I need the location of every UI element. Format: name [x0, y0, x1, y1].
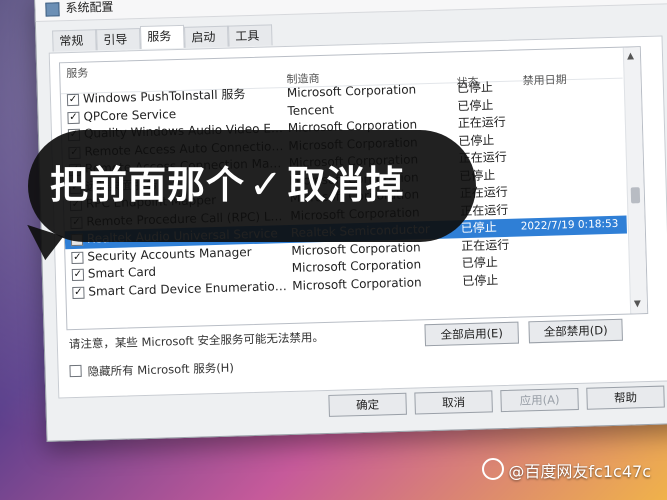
service-status: 已停止: [458, 132, 495, 148]
tab-general[interactable]: 常规: [52, 29, 97, 52]
service-manufacturer: Microsoft Corporation: [292, 274, 422, 293]
baidu-paw-icon: [482, 458, 505, 480]
service-status: 正在运行: [461, 237, 510, 253]
hide-ms-checkbox[interactable]: [69, 364, 82, 378]
apply-button[interactable]: 应用(A): [500, 387, 579, 413]
window-title: 系统配置: [65, 0, 114, 16]
service-checkbox[interactable]: ✓: [71, 268, 85, 282]
header-service[interactable]: 服务: [66, 65, 88, 82]
service-checkbox[interactable]: ✓: [66, 93, 80, 107]
service-status: 已停止: [457, 97, 494, 113]
scroll-down-icon[interactable]: ▼: [634, 299, 641, 309]
annotation-text-after: 取消掉: [287, 163, 405, 207]
app-icon: [45, 2, 60, 17]
service-checkbox[interactable]: ✓: [67, 111, 80, 124]
cancel-button[interactable]: 取消: [414, 390, 493, 415]
watermark-text: @百度网友fc1c47c: [508, 462, 651, 481]
service-status: 正在运行: [457, 114, 507, 131]
check-mark-icon: ✓: [249, 162, 284, 208]
service-status: 已停止: [456, 80, 494, 96]
annotation-text-before: 把前面那个: [50, 163, 246, 207]
enable-all-button[interactable]: 全部启用(E): [424, 321, 520, 347]
service-status: 已停止: [461, 255, 498, 271]
service-checkbox[interactable]: ✓: [72, 286, 85, 299]
tab-startup[interactable]: 启动: [184, 25, 229, 48]
annotation-text: 把前面那个 ✓ 取消掉: [50, 154, 405, 209]
title-bar: 系统配置: [35, 0, 667, 22]
hide-ms-label: 隐藏所有 Microsoft 服务(H): [87, 360, 235, 379]
tab-tools[interactable]: 工具: [228, 24, 273, 47]
tab-boot[interactable]: 引导: [96, 28, 141, 51]
ok-button[interactable]: 确定: [328, 392, 407, 417]
disable-all-button[interactable]: 全部禁用(D): [528, 318, 623, 344]
service-status: 已停止: [462, 272, 499, 288]
scroll-thumb[interactable]: [630, 187, 641, 204]
service-checkbox[interactable]: ✓: [71, 251, 84, 264]
tab-strip: 常规 引导 服务 启动 工具: [52, 24, 273, 53]
help-button[interactable]: 帮助: [586, 385, 665, 410]
scroll-up-icon[interactable]: ▲: [627, 51, 634, 61]
watermark: @百度网友fc1c47c: [482, 458, 651, 482]
tab-services[interactable]: 服务: [139, 24, 185, 50]
